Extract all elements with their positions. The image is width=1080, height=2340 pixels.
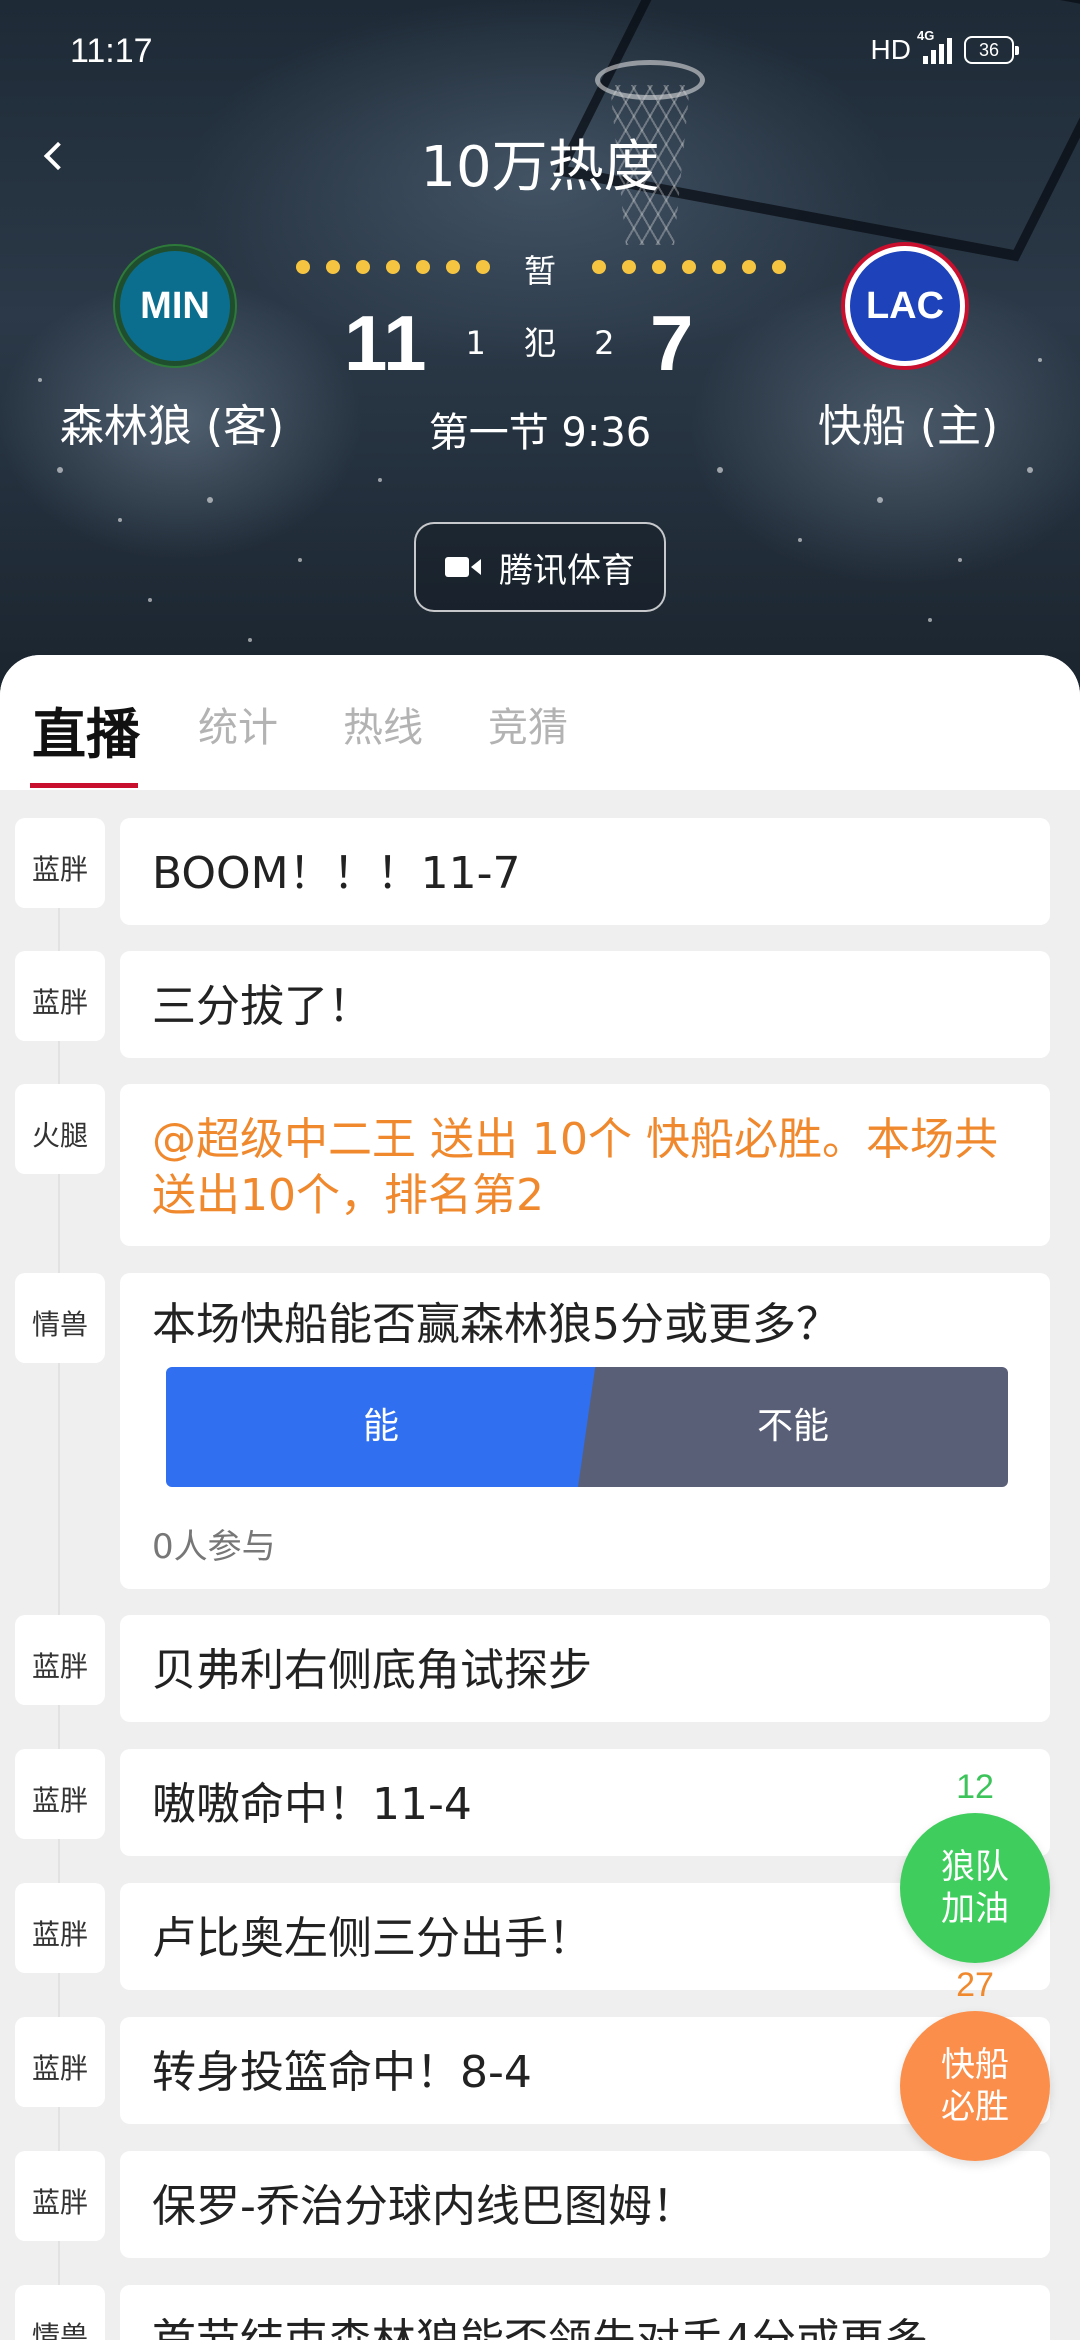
hd-indicator: HD xyxy=(870,34,911,65)
author-tag[interactable]: 蓝胖 xyxy=(15,1615,105,1705)
video-camera-icon xyxy=(445,557,481,577)
signal-icon: 4G xyxy=(917,28,952,64)
author-tag[interactable]: 情兽 xyxy=(15,1273,105,1363)
tab-stats[interactable]: 统计 xyxy=(198,695,278,753)
status-indicators: HD 4G 36 xyxy=(870,28,1019,66)
author-tag[interactable]: 蓝胖 xyxy=(15,951,105,1041)
game-clock: 第一节 9:36 xyxy=(428,410,652,456)
home-score: 7 xyxy=(650,299,694,387)
home-fouls: 2 xyxy=(594,324,615,362)
timeline-line xyxy=(58,818,60,2340)
page-title: 10万热度 xyxy=(420,135,660,200)
game-header: 11:17 HD 4G 36 10万热度 MIN 森林狼 (客) LAC 快船 … xyxy=(0,0,1080,700)
poll-no-button[interactable]: 不能 xyxy=(578,1367,1008,1487)
poll-options: 能 不能 xyxy=(166,1367,1008,1487)
wolves-cheer: 12 狼队加油 xyxy=(900,1768,1050,1963)
author-tag[interactable]: 蓝胖 xyxy=(15,2151,105,2241)
video-source-button[interactable]: 腾讯体育 xyxy=(414,522,666,612)
author-tag[interactable]: 蓝胖 xyxy=(15,1749,105,1839)
author-tag[interactable]: 蓝胖 xyxy=(15,818,105,908)
message-bubble: 三分拔了！ xyxy=(120,951,1050,1058)
poll-card: 本场快船能否赢森林狼5分或更多？ 能 不能 0人参与 xyxy=(120,1273,1050,1589)
message-bubble: BOOM！！！11-7 xyxy=(120,818,1050,925)
message-bubble: 首节结束森林狼能否领先对手4分或更多 xyxy=(120,2285,1050,2340)
fouls-row: 1 犯 2 xyxy=(0,318,1080,364)
tab-hotline[interactable]: 热线 xyxy=(343,695,423,753)
gift-message-bubble: @超级中二王 送出 10个 快船必胜。本场共送出10个，排名第2 xyxy=(120,1084,1050,1246)
poll-question: 本场快船能否赢森林狼5分或更多？ xyxy=(152,1299,840,1350)
tab-live[interactable]: 直播 xyxy=(32,690,140,769)
tab-quiz[interactable]: 竞猜 xyxy=(488,695,568,753)
battery-icon: 36 xyxy=(964,36,1019,64)
author-tag[interactable]: 火腿 xyxy=(15,1084,105,1174)
clippers-cheer-button[interactable]: 快船必胜 xyxy=(900,2011,1050,2161)
active-tab-indicator xyxy=(30,783,138,788)
wolves-cheer-count: 12 xyxy=(956,1768,994,1806)
status-time: 11:17 xyxy=(70,32,153,70)
author-tag[interactable]: 蓝胖 xyxy=(15,1883,105,1973)
wolves-cheer-button[interactable]: 狼队加油 xyxy=(900,1813,1050,1963)
fouls-label: 犯 xyxy=(523,324,556,362)
video-source-label: 腾讯体育 xyxy=(499,550,635,591)
author-tag[interactable]: 情兽 xyxy=(15,2285,105,2340)
status-bar: 11:17 HD 4G 36 xyxy=(0,28,1080,78)
message-bubble: 贝弗利右侧底角试探步 xyxy=(120,1615,1050,1722)
poll-yes-button[interactable]: 能 xyxy=(166,1367,596,1487)
message-bubble: 保罗-乔治分球内线巴图姆！ xyxy=(120,2151,1050,2258)
status-dots-right xyxy=(592,260,786,274)
clippers-cheer: 27 快船必胜 xyxy=(900,1966,1050,2161)
network-type: 4G xyxy=(917,28,935,43)
away-fouls: 1 xyxy=(465,324,486,362)
game-status: 暂 xyxy=(523,252,556,290)
author-tag[interactable]: 蓝胖 xyxy=(15,2017,105,2107)
tab-bar: 直播 统计 热线 竞猜 xyxy=(0,655,1080,790)
clippers-cheer-count: 27 xyxy=(956,1966,994,2004)
poll-participants: 0人参与 xyxy=(152,1527,276,1567)
